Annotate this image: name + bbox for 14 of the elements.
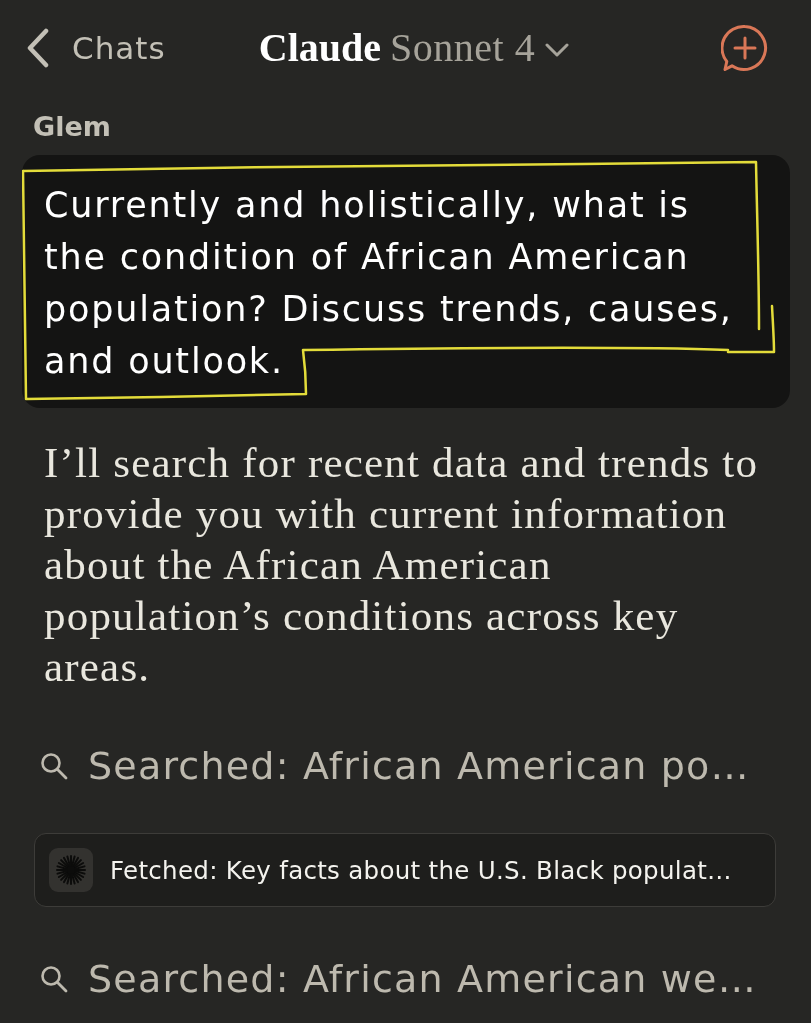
- fetched-source-card[interactable]: Fetched: Key facts about the U.S. Black populat…: [34, 833, 776, 907]
- search-icon: [40, 752, 68, 780]
- chevron-down-icon: [545, 42, 570, 57]
- chevron-left-icon: [25, 27, 51, 68]
- starburst-icon: [49, 848, 93, 892]
- search-icon: [40, 965, 68, 993]
- back-button[interactable]: Chats: [25, 27, 166, 68]
- user-message-text: Currently and holistically, what is the condition of African American population? Discuss trends, causes, and outlook.: [44, 184, 734, 383]
- assistant-message-text: I’ll search for recent data and trends to provide you with current information about the African American population’s conditions across key areas.: [44, 438, 760, 692]
- model-picker-button[interactable]: Claude Sonnet 4: [258, 24, 570, 71]
- chat-name: Glem: [33, 110, 111, 144]
- search-step[interactable]: Searched: African American po…: [40, 740, 750, 792]
- search-step[interactable]: Searched: African American we…: [40, 953, 757, 1005]
- speech-bubble-plus-icon[interactable]: [721, 23, 769, 72]
